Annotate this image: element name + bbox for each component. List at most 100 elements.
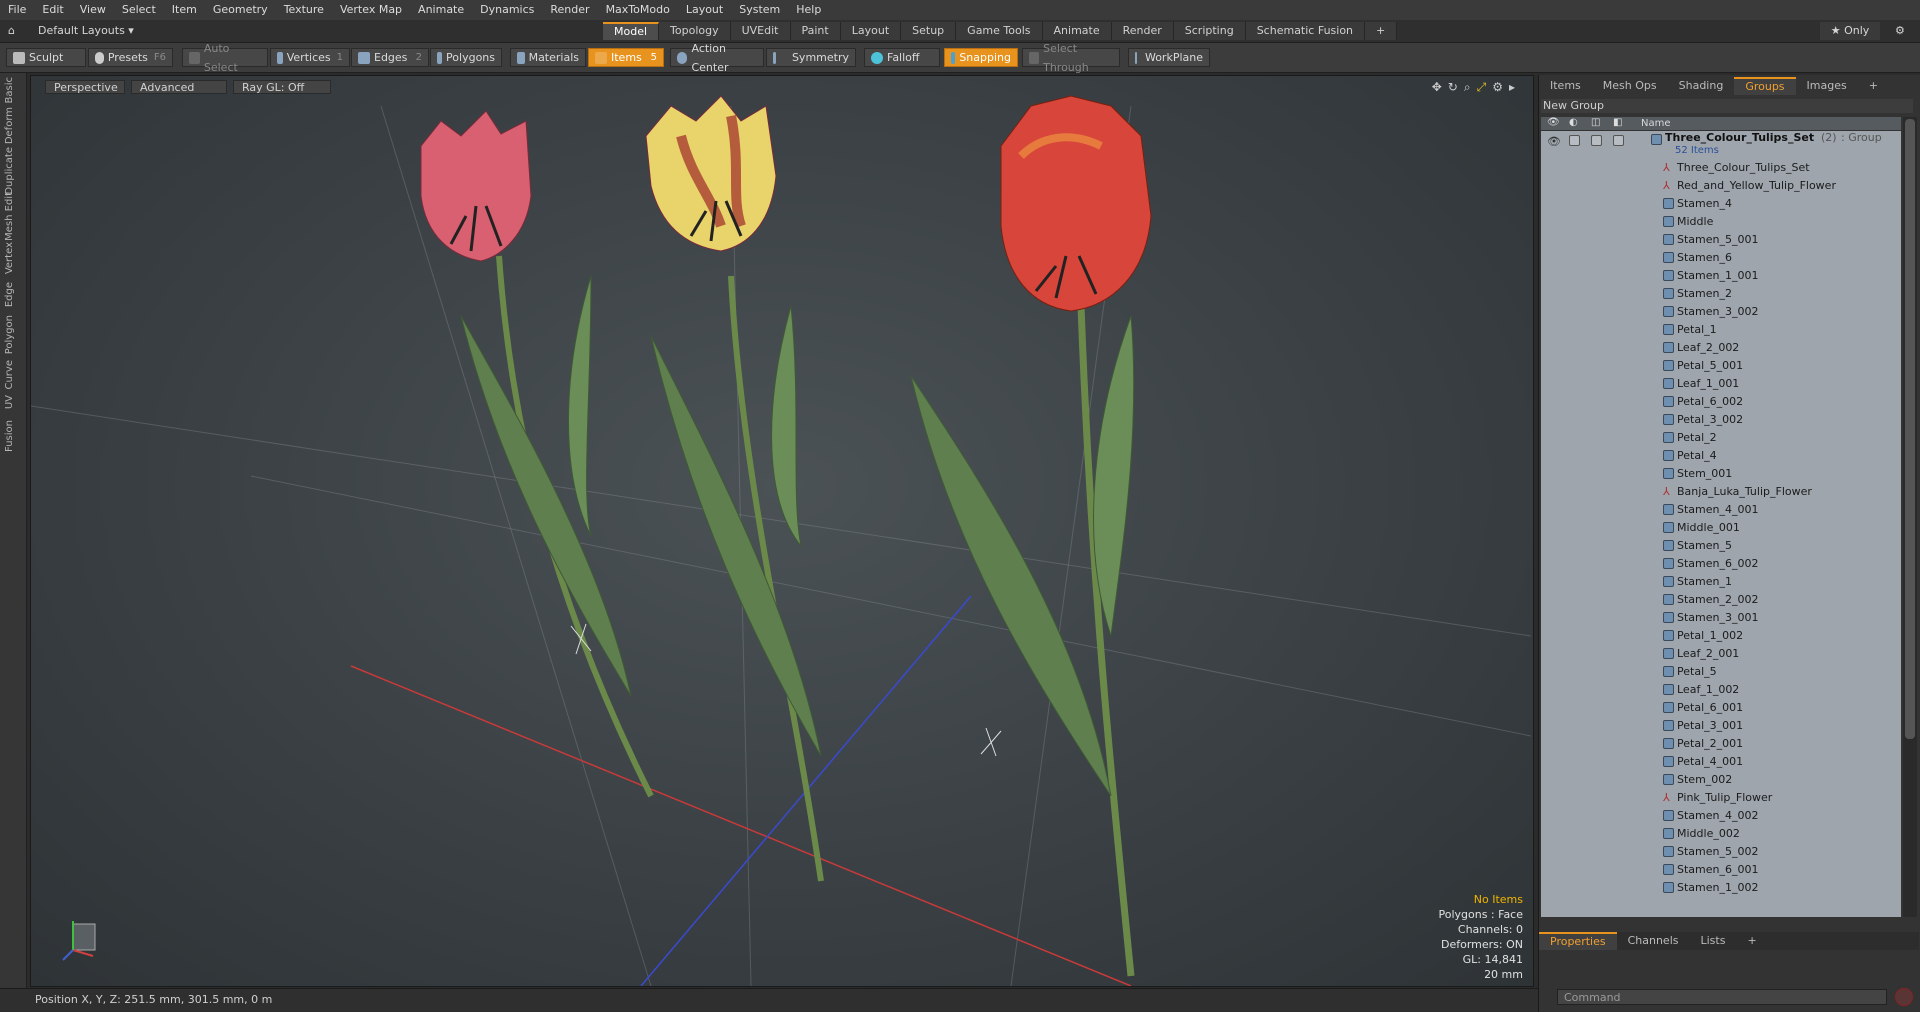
layout-selector[interactable]: Default Layouts ▾ [38,22,134,40]
left-tab-edge[interactable]: Edge [4,282,20,307]
list-item[interactable]: Stamen_6_002 [1541,555,1901,573]
list-item[interactable]: Petal_6_001 [1541,699,1901,717]
edges-button[interactable]: Edges 2 [351,48,429,67]
menu-item-texture[interactable]: Texture [276,0,332,20]
presets-button[interactable]: Presets F6 [88,48,173,67]
list-item[interactable]: Leaf_2_001 [1541,645,1901,663]
menu-item-dynamics[interactable]: Dynamics [472,0,542,20]
red-yellow-tulip[interactable] [645,95,824,882]
snapping-button[interactable]: Snapping [944,48,1018,67]
list-item[interactable]: Petal_4_001 [1541,753,1901,771]
tab-model[interactable]: Model [603,22,660,40]
name-column-header[interactable]: Name [1641,117,1671,130]
select-icon[interactable]: ◧ [1613,117,1622,128]
select-through-button[interactable]: Select Through [1022,42,1120,74]
bottom-tab-properties[interactable]: Properties [1539,932,1617,950]
panel-tab-mesh-ops[interactable]: Mesh Ops [1592,77,1668,95]
tab-setup[interactable]: Setup [901,22,957,40]
gear-icon[interactable]: ⚙ [1895,22,1905,40]
left-tab-duplicate[interactable]: Duplicate [4,147,20,195]
menu-item-maxtomodo[interactable]: MaxToModo [598,0,678,20]
menu-item-edit[interactable]: Edit [34,0,71,20]
list-item[interactable]: Leaf_1_001 [1541,375,1901,393]
left-tab-basic[interactable]: Basic [4,77,20,103]
tab-render[interactable]: Render [1111,22,1174,40]
menu-item-system[interactable]: System [731,0,788,20]
command-history-button[interactable] [1895,988,1913,1006]
action-center-button[interactable]: Action Center [670,42,764,74]
list-item[interactable]: Stamen_6_001 [1541,861,1901,879]
list-item[interactable]: Stamen_3_002 [1541,303,1901,321]
workplane-button[interactable]: WorkPlane [1128,48,1210,67]
tab-topology[interactable]: Topology [659,22,731,40]
left-tab-vertex[interactable]: Vertex [4,242,20,274]
bottom-tab-lists[interactable]: Lists [1690,932,1737,950]
auto-select-button[interactable]: Auto Select [182,42,268,74]
menu-item-help[interactable]: Help [788,0,829,20]
list-item[interactable]: Petal_6_002 [1541,393,1901,411]
panel-tab-images[interactable]: Images [1796,77,1858,95]
list-item[interactable]: Middle_001 [1541,519,1901,537]
tab-paint[interactable]: Paint [790,22,841,40]
bottom-tab-add[interactable]: + [1736,932,1767,950]
list-item[interactable]: ⅄ Banja_Luka_Tulip_Flower [1541,483,1901,501]
sculpt-button[interactable]: Sculpt [6,48,86,67]
group-lock-icon[interactable] [1591,135,1602,146]
menu-item-item[interactable]: Item [164,0,205,20]
home-icon[interactable]: ⌂ [8,22,15,40]
visibility-icon[interactable]: 👁 [1547,117,1560,128]
panel-tab-add[interactable]: + [1858,77,1889,95]
list-item[interactable]: Stamen_2_002 [1541,591,1901,609]
list-item[interactable]: Petal_2_001 [1541,735,1901,753]
menu-item-layout[interactable]: Layout [678,0,731,20]
left-tab-fusion[interactable]: Fusion [4,420,20,452]
list-item[interactable]: Stamen_1 [1541,573,1901,591]
list-item[interactable]: Stamen_5 [1541,537,1901,555]
list-item[interactable]: Petal_1_002 [1541,627,1901,645]
render-icon[interactable]: ◐ [1569,117,1578,128]
list-item[interactable]: Stamen_5_002 [1541,843,1901,861]
tab-schematic-fusion[interactable]: Schematic Fusion [1245,22,1366,40]
menu-item-geometry[interactable]: Geometry [205,0,276,20]
list-item[interactable]: Petal_1 [1541,321,1901,339]
list-item[interactable]: Stamen_4_002 [1541,807,1901,825]
only-toggle[interactable]: ★ Only [1820,22,1880,40]
list-item[interactable]: Petal_3_002 [1541,411,1901,429]
list-item[interactable]: Leaf_2_002 [1541,339,1901,357]
new-group-button[interactable]: New Group [1541,99,1913,113]
list-item[interactable]: Stamen_1_002 [1541,879,1901,897]
list-item[interactable]: Petal_4 [1541,447,1901,465]
symmetry-button[interactable]: Symmetry [766,48,856,67]
list-item[interactable]: Stamen_4_001 [1541,501,1901,519]
menu-item-view[interactable]: View [72,0,114,20]
left-tab-mesh-edit[interactable]: Mesh Edit [4,192,20,241]
left-tab-curve[interactable]: Curve [4,360,20,390]
tab-scripting[interactable]: Scripting [1173,22,1246,40]
menu-item-animate[interactable]: Animate [410,0,472,20]
lock-icon[interactable]: ◫ [1591,117,1600,128]
list-item[interactable]: Leaf_1_002 [1541,681,1901,699]
tab-add[interactable]: + [1365,22,1398,40]
pink-tulip[interactable] [420,110,654,798]
list-item[interactable]: ⅄ Red_and_Yellow_Tulip_Flower [1541,177,1901,195]
vertices-button[interactable]: Vertices 1 [270,48,350,67]
list-item[interactable]: Petal_3_001 [1541,717,1901,735]
list-item[interactable]: Petal_5 [1541,663,1901,681]
polygons-button[interactable]: Polygons [430,48,502,67]
list-item[interactable]: Stamen_5_001 [1541,231,1901,249]
materials-button[interactable]: Materials [510,48,586,67]
3d-viewport[interactable]: Perspective Advanced Ray GL: Off ✥ ↻ ⌕ ⤢… [30,75,1534,987]
panel-tab-shading[interactable]: Shading [1668,77,1735,95]
group-row[interactable]: 👁 Three_Colour_Tulips_Set (2) : Group 52… [1541,131,1901,159]
menu-item-select[interactable]: Select [114,0,164,20]
falloff-button[interactable]: Falloff [864,48,940,67]
tab-animate[interactable]: Animate [1042,22,1112,40]
menu-item-vertex-map[interactable]: Vertex Map [332,0,410,20]
panel-tab-items[interactable]: Items [1539,77,1592,95]
list-item[interactable]: Stem_001 [1541,465,1901,483]
groups-list[interactable]: 👁 Three_Colour_Tulips_Set (2) : Group 52… [1541,131,1901,917]
list-item[interactable]: ⅄ Three_Colour_Tulips_Set [1541,159,1901,177]
list-scrollbar[interactable] [1903,117,1917,917]
tab-layout[interactable]: Layout [840,22,902,40]
list-item[interactable]: Stamen_2 [1541,285,1901,303]
